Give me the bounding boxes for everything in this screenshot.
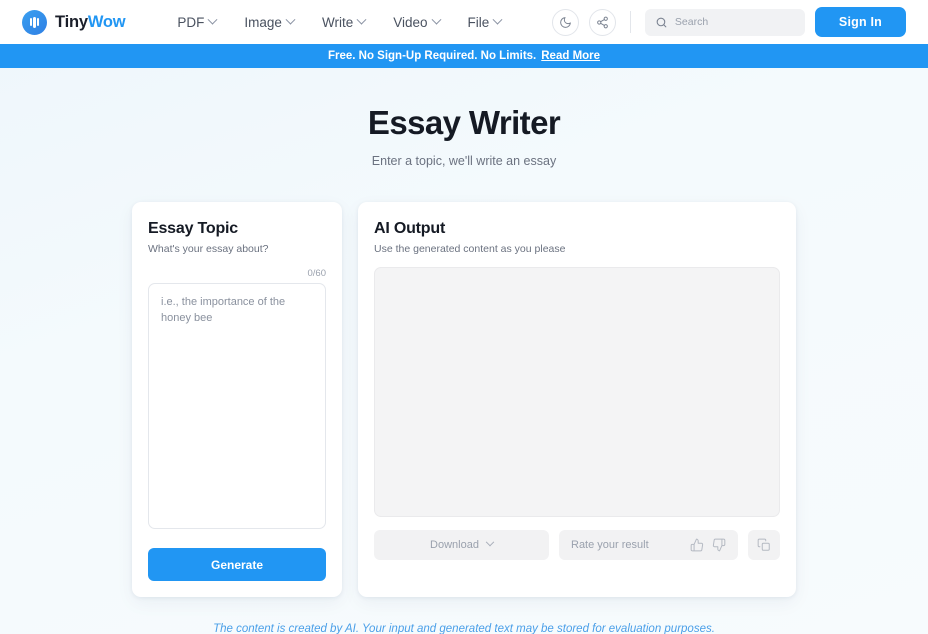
- brand-name: TinyWow: [55, 12, 126, 32]
- ai-disclaimer: The content is created by AI. Your input…: [213, 623, 715, 634]
- download-button[interactable]: Download: [374, 530, 549, 560]
- nav-item-image[interactable]: Image: [244, 14, 296, 30]
- main-nav: PDF Image Write Video File: [177, 14, 503, 30]
- essay-topic-subtitle: What's your essay about?: [148, 243, 269, 255]
- essay-topic-title: Essay Topic: [148, 220, 238, 237]
- brand-name-tiny: Tiny: [55, 12, 88, 31]
- tool-panels: Essay Topic What's your essay about? 0/6…: [0, 202, 928, 597]
- header-divider: [629, 11, 631, 33]
- search-placeholder: Search: [674, 16, 709, 28]
- chevron-down-icon: [492, 14, 503, 25]
- page-title: Essay Writer: [367, 104, 561, 141]
- nav-item-label: File: [467, 14, 490, 30]
- chevron-down-icon: [207, 14, 218, 25]
- dark-mode-toggle[interactable]: [551, 8, 579, 36]
- ai-output-title: AI Output: [374, 220, 446, 237]
- site-header: TinyWow PDF Image Write Video File Searc…: [0, 0, 928, 44]
- read-more-link[interactable]: Read More: [541, 50, 600, 62]
- ai-output-area[interactable]: [374, 267, 780, 517]
- nav-item-file[interactable]: File: [467, 14, 503, 30]
- essay-topic-card: Essay Topic What's your essay about? 0/6…: [132, 202, 342, 597]
- tinywow-logo-icon: [22, 9, 47, 35]
- rate-result-group: Rate your result: [559, 530, 738, 560]
- generate-button[interactable]: Generate: [148, 548, 326, 581]
- download-label: Download: [430, 539, 479, 551]
- copy-icon: [757, 538, 770, 551]
- page-header: Essay Writer Enter a topic, we'll write …: [0, 68, 928, 168]
- copy-button[interactable]: [748, 530, 780, 560]
- thumbs-down-icon[interactable]: [712, 538, 726, 552]
- rate-icons: [690, 538, 726, 552]
- promo-banner-text: Free. No Sign-Up Required. No Limits.: [327, 50, 537, 62]
- nav-item-write[interactable]: Write: [321, 14, 367, 30]
- brand-name-wow: Wow: [87, 12, 126, 31]
- thumbs-up-icon[interactable]: [690, 538, 704, 552]
- nav-item-label: Image: [244, 14, 282, 30]
- search-input[interactable]: Search: [644, 8, 805, 36]
- nav-item-video[interactable]: Video: [393, 14, 441, 30]
- rate-result-label: Rate your result: [571, 539, 649, 551]
- share-button[interactable]: [588, 8, 616, 36]
- ai-output-subtitle: Use the generated content as you please: [374, 243, 566, 255]
- page-subtitle: Enter a topic, we'll write an essay: [371, 154, 557, 168]
- character-counter: 0/60: [307, 268, 327, 279]
- moon-icon: [560, 16, 571, 28]
- chevron-down-icon: [285, 14, 296, 25]
- chevron-down-icon: [356, 14, 367, 25]
- nav-item-label: Video: [393, 14, 428, 30]
- nav-item-pdf[interactable]: PDF: [177, 14, 218, 30]
- essay-topic-textarea[interactable]: [148, 283, 326, 529]
- nav-item-label: PDF: [177, 14, 205, 30]
- output-actions: Download Rate your result: [374, 530, 780, 560]
- header-actions: Search Sign In: [551, 7, 906, 37]
- chevron-down-icon: [431, 14, 441, 25]
- chevron-down-icon: [485, 537, 495, 547]
- nav-item-label: Write: [321, 14, 354, 30]
- ai-output-card: AI Output Use the generated content as y…: [358, 202, 796, 597]
- share-icon: [597, 16, 608, 28]
- sign-in-button[interactable]: Sign In: [814, 7, 906, 37]
- search-icon: [656, 17, 667, 27]
- brand-logo-link[interactable]: TinyWow: [22, 9, 126, 35]
- promo-banner: Free. No Sign-Up Required. No Limits. Re…: [0, 44, 928, 68]
